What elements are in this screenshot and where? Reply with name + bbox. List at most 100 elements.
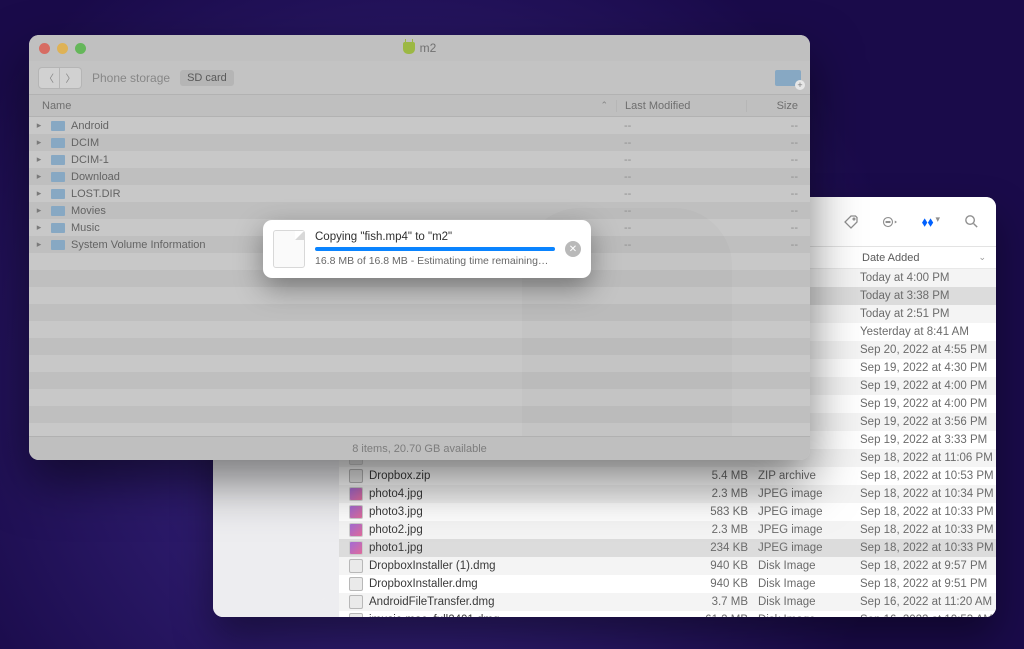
search-icon[interactable] — [962, 213, 980, 231]
file-name: Dropbox.zip — [369, 470, 680, 482]
file-date: Sep 18, 2022 at 10:34 PM — [850, 488, 996, 500]
disclosure-icon[interactable]: ▸ — [33, 120, 45, 131]
empty-row — [29, 304, 810, 321]
folder-icon — [51, 138, 65, 148]
file-row[interactable]: AndroidFileTransfer.dmg3.7 MBDisk ImageS… — [339, 593, 996, 611]
folder-row[interactable]: ▸Android---- — [29, 117, 810, 134]
new-folder-button[interactable] — [775, 70, 801, 86]
file-size: -- — [746, 120, 810, 132]
cancel-copy-button[interactable]: ✕ — [565, 241, 581, 257]
file-row[interactable]: Dropbox.zip5.4 MBZIP archiveSep 18, 2022… — [339, 467, 996, 485]
file-row[interactable]: photo2.jpg2.3 MBJPEG imageSep 18, 2022 a… — [339, 521, 996, 539]
folder-icon — [51, 189, 65, 199]
disclosure-icon[interactable]: ▸ — [33, 188, 45, 199]
folder-row[interactable]: ▸DCIM---- — [29, 134, 810, 151]
col-header-date-added[interactable]: Date Added ⌄ — [852, 252, 996, 264]
list-header: Name ⌃ Last Modified Size — [29, 95, 810, 117]
file-size: 940 KB — [680, 578, 758, 590]
file-date: Yesterday at 8:41 AM — [850, 326, 996, 338]
file-kind: JPEG image — [758, 506, 850, 518]
file-size: 5.4 MB — [680, 470, 758, 482]
folder-icon — [51, 206, 65, 216]
disclosure-icon[interactable]: ▸ — [33, 154, 45, 165]
disclosure-icon[interactable]: ▸ — [33, 171, 45, 182]
copy-status: 16.8 MB of 16.8 MB - Estimating time rem… — [315, 255, 555, 267]
file-row[interactable]: photo4.jpg2.3 MBJPEG imageSep 18, 2022 a… — [339, 485, 996, 503]
col-header-label: Date Added — [862, 252, 920, 264]
file-kind: JPEG image — [758, 524, 850, 536]
col-header-last-modified[interactable]: Last Modified — [616, 100, 746, 112]
file-row[interactable]: DropboxInstaller (1).dmg940 KBDisk Image… — [339, 557, 996, 575]
folder-name: LOST.DIR — [71, 188, 616, 200]
file-date: Sep 19, 2022 at 3:56 PM — [850, 416, 996, 428]
file-date: Sep 19, 2022 at 4:30 PM — [850, 362, 996, 374]
folder-icon — [51, 121, 65, 131]
folder-row[interactable]: ▸Download---- — [29, 168, 810, 185]
file-size: -- — [746, 154, 810, 166]
disclosure-icon[interactable]: ▸ — [33, 239, 45, 250]
last-modified: -- — [616, 120, 746, 132]
file-kind: JPEG image — [758, 488, 850, 500]
file-kind: Disk Image — [758, 578, 850, 590]
file-size: 61.2 MB — [680, 614, 758, 617]
folder-icon — [51, 172, 65, 182]
breadcrumb-sd-card[interactable]: SD card — [180, 70, 234, 86]
last-modified: -- — [616, 137, 746, 149]
android-icon — [403, 42, 415, 54]
file-kind: Disk Image — [758, 596, 850, 608]
copy-progress-dialog: Copying "fish.mp4" to "m2" 16.8 MB of 16… — [263, 220, 591, 278]
last-modified: -- — [616, 205, 746, 217]
file-icon — [349, 613, 363, 617]
disclosure-icon[interactable]: ▸ — [33, 222, 45, 233]
file-row[interactable]: photo3.jpg583 KBJPEG imageSep 18, 2022 a… — [339, 503, 996, 521]
file-size: 583 KB — [680, 506, 758, 518]
disclosure-icon[interactable]: ▸ — [33, 205, 45, 216]
file-icon — [349, 595, 363, 609]
file-icon — [349, 559, 363, 573]
file-icon — [349, 577, 363, 591]
file-date: Sep 18, 2022 at 10:33 PM — [850, 524, 996, 536]
file-kind: Disk Image — [758, 614, 850, 617]
folder-row[interactable]: ▸DCIM-1---- — [29, 151, 810, 168]
sort-ascending-icon: ⌃ — [600, 100, 616, 111]
tag-icon[interactable] — [842, 213, 860, 231]
file-kind: Disk Image — [758, 560, 850, 572]
folder-name: Movies — [71, 205, 616, 217]
col-header-size[interactable]: Size — [746, 100, 810, 112]
file-size: -- — [746, 239, 810, 251]
file-row[interactable]: photo1.jpg234 KBJPEG imageSep 18, 2022 a… — [339, 539, 996, 557]
file-size: -- — [746, 137, 810, 149]
file-size: 2.3 MB — [680, 488, 758, 500]
file-date: Sep 18, 2022 at 11:06 PM — [850, 452, 996, 464]
disclosure-icon[interactable]: ▸ — [33, 137, 45, 148]
folder-row[interactable]: ▸LOST.DIR---- — [29, 185, 810, 202]
file-icon — [349, 523, 363, 537]
last-modified: -- — [616, 154, 746, 166]
file-date: Today at 2:51 PM — [850, 308, 996, 320]
empty-row — [29, 287, 810, 304]
file-size: 2.3 MB — [680, 524, 758, 536]
file-row[interactable]: imusic-mac_full2401.dmg61.2 MBDisk Image… — [339, 611, 996, 617]
breadcrumb-phone-storage[interactable]: Phone storage — [92, 71, 170, 85]
file-row[interactable]: DropboxInstaller.dmg940 KBDisk ImageSep … — [339, 575, 996, 593]
chevron-down-icon: ⌄ — [978, 252, 986, 264]
col-header-name[interactable]: Name — [29, 100, 600, 112]
path-bar: 〈 〉 Phone storage SD card — [29, 61, 810, 95]
more-actions-icon[interactable] — [882, 213, 900, 231]
dropbox-icon[interactable]: ⬧⬧▾ — [922, 214, 940, 230]
nav-back-button[interactable]: 〈 — [38, 67, 60, 89]
file-size: -- — [746, 188, 810, 200]
file-icon — [273, 230, 305, 268]
empty-row — [29, 372, 810, 389]
file-date: Today at 3:38 PM — [850, 290, 996, 302]
file-date: Today at 4:00 PM — [850, 272, 996, 284]
file-name: photo3.jpg — [369, 506, 680, 518]
nav-forward-button[interactable]: 〉 — [60, 67, 82, 89]
file-name: AndroidFileTransfer.dmg — [369, 596, 680, 608]
file-date: Sep 19, 2022 at 3:33 PM — [850, 434, 996, 446]
folder-name: DCIM-1 — [71, 154, 616, 166]
folder-row[interactable]: ▸Movies---- — [29, 202, 810, 219]
file-icon — [349, 469, 363, 483]
file-name: imusic-mac_full2401.dmg — [369, 614, 680, 617]
empty-row — [29, 423, 810, 436]
